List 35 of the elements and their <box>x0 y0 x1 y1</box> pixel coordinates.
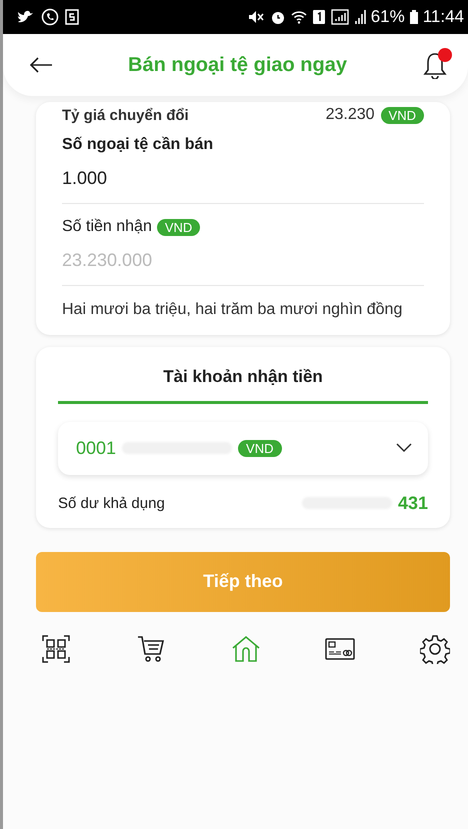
screen-title: Bán ngoại tệ giao ngay <box>128 54 347 76</box>
phone-bubble-icon <box>41 8 59 26</box>
currency-tag: VND <box>380 106 424 124</box>
wifi-icon <box>290 9 307 25</box>
battery-icon <box>410 10 418 24</box>
balance-label: Số dư khả dụng <box>58 494 165 512</box>
signal-icon <box>330 9 349 25</box>
account-dropdown[interactable]: 0001 VND <box>58 422 428 475</box>
next-button[interactable]: Tiếp theo <box>36 552 450 612</box>
mute-icon <box>246 9 265 25</box>
amount-input[interactable]: 1.000 <box>62 154 424 204</box>
field-label: Số tiền nhận <box>62 218 152 236</box>
rate-value: 23.230 <box>326 106 375 124</box>
section-title: Tài khoản nhận tiền <box>58 366 428 404</box>
field-label: Số ngoại tệ cần bán <box>62 136 214 154</box>
sim-icon <box>312 9 326 25</box>
amount-in-words: Hai mươi ba triệu, hai trăm ba mươi nghìn đồng <box>62 300 404 320</box>
battery-level: 61% <box>370 7 405 27</box>
currency-tag: VND <box>156 218 200 236</box>
rate-label: Tỷ giá chuyển đổi <box>62 106 189 124</box>
currency-tag: VND <box>238 440 282 457</box>
settings-icon[interactable] <box>420 634 450 664</box>
back-arrow-icon[interactable] <box>29 57 53 73</box>
received-amount-field[interactable]: 23.230.000 <box>62 236 424 286</box>
bell-icon[interactable] <box>422 51 448 79</box>
signal-icon <box>354 9 366 25</box>
bird-icon <box>17 9 35 25</box>
cart-icon[interactable] <box>136 634 166 664</box>
home-icon[interactable] <box>230 634 260 664</box>
qr-code-icon[interactable] <box>41 634 71 664</box>
clock: 11:44 <box>422 7 464 27</box>
alarm-icon <box>270 9 286 25</box>
s-square-icon <box>65 9 79 25</box>
chevron-down-icon <box>396 443 412 454</box>
balance-value: 431 <box>398 492 428 514</box>
